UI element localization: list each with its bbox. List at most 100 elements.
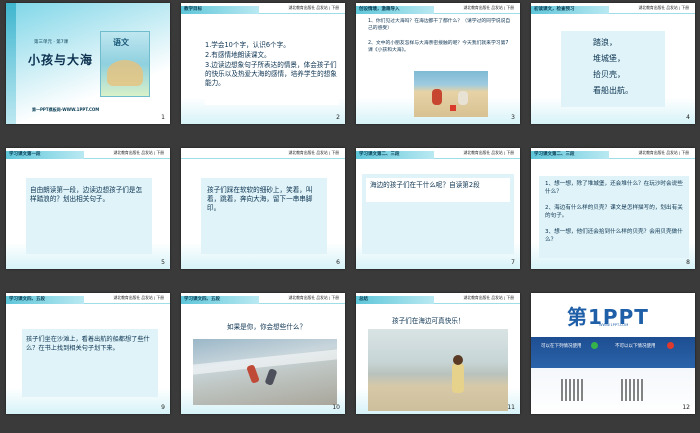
section-tab: 总结 [356, 296, 434, 304]
slide-number: 12 [682, 404, 690, 411]
publisher-label: 湖北教育出版社 品发站 | 下册 [638, 150, 689, 155]
publisher-label: 湖北教育出版社 品发站 | 下册 [113, 295, 164, 300]
slide-thumbnail-6[interactable]: 湖北教育出版社 品发站 | 下册 孩子们踩在软软的细砂上，笑着，叫着，跳着，奔向… [181, 148, 345, 269]
slide-number: 2 [336, 114, 340, 121]
unit-label: 第三单元 · 第7课 [34, 40, 69, 45]
slide-header: 教学目标 湖北教育出版社 品发站 | 下册 [181, 3, 345, 14]
slide-number: 1 [161, 114, 165, 121]
section-tab: 初读课文，检查预习 [531, 6, 609, 14]
section-tab: 学习课文四、五段 [181, 296, 259, 304]
vocab-word: 看船出航。 [593, 86, 633, 95]
passage-text: 孩子们踩在软软的细砂上，笑着，叫着，跳着，奔向大海，留下一串串脚印。 [207, 186, 313, 213]
section-title: 创设情境，激趣导入 [359, 7, 400, 12]
sand-bucket [450, 105, 456, 111]
header-divider [434, 158, 520, 159]
slide-number: 7 [511, 259, 515, 266]
wave-foam [193, 349, 337, 375]
slide-thumbnail-12[interactable]: 第1PPT WWW.1PPT.COM 可以在下列情况使用 不可以以下情况使用 1… [531, 293, 695, 414]
section-tab: 教学目标 [181, 6, 259, 14]
slide-header: 学习课文四、五段 湖北教育出版社 品发站 | 下册 [181, 293, 345, 304]
slide-thumbnail-5[interactable]: 学习课文第一段 湖北教育出版社 品发站 | 下册 自由朗读第一段，边读边想孩子们… [6, 148, 170, 269]
section-title: 学习课文第二、三段 [359, 152, 400, 157]
slide-1-footer: 第一PPT模板网-WWW.1PPT.COM [32, 107, 100, 112]
header-divider [434, 303, 520, 304]
qr-placeholder [621, 379, 643, 401]
child-head [453, 355, 463, 365]
section-tab: 学习课文四、五段 [6, 296, 84, 304]
publisher-label: 湖北教育出版社 品发站 | 下册 [463, 295, 514, 300]
allowed-title: 可以在下列情况使用 [541, 344, 582, 349]
reading-prompt: 自由朗读第一段，边读边想孩子们是怎样踏浪的？划出相关句子。 [30, 186, 143, 204]
child-figure [458, 91, 468, 105]
qr-placeholder [561, 379, 583, 401]
brand-url: WWW.1PPT.COM [599, 323, 629, 327]
slide-thumbnail-1[interactable]: 第三单元 · 第7课 小孩与大海 语文 第一PPT模板网-WWW.1PPT.CO… [6, 3, 170, 124]
objective-1: 1.学会10个字，认识6个字。 [205, 41, 290, 49]
forbidden-title: 不可以以下情况使用 [615, 344, 656, 349]
header-divider [181, 158, 345, 159]
slide-header: 创设情境，激趣导入 湖北教育出版社 品发站 | 下册 [356, 3, 520, 14]
info-band: 可以在下列情况使用 不可以以下情况使用 [531, 337, 695, 414]
beach-photo [414, 71, 488, 117]
vocab-word: 拾贝壳， [593, 70, 625, 79]
section-tab: 学习课文第二、三段 [531, 151, 609, 159]
slide-number: 11 [507, 404, 515, 411]
header-divider [434, 13, 520, 14]
header-divider [259, 13, 345, 14]
objective-2: 2.有感情地朗读课文。 [205, 51, 271, 59]
slide-header: 学习课文四、五段 湖北教育出版社 品发站 | 下册 [6, 293, 170, 304]
header-divider [84, 158, 170, 159]
publisher-label: 湖北教育出版社 品发站 | 下册 [463, 150, 514, 155]
slide-thumbnail-2[interactable]: 教学目标 湖北教育出版社 品发站 | 下册 1.学会10个字，认识6个字。 2.… [181, 3, 345, 124]
slide-thumbnail-10[interactable]: 学习课文四、五段 湖北教育出版社 品发站 | 下册 如果是你，你会想些什么？ 1… [181, 293, 345, 414]
slide-thumbnail-4[interactable]: 初读课文，检查预习 湖北教育出版社 品发站 | 下册 踏浪， 堆城堡， 拾贝壳，… [531, 3, 695, 124]
publisher-label: 湖北教育出版社 品发站 | 下册 [113, 150, 164, 155]
section-title: 学习课文第二、三段 [534, 152, 575, 157]
child-figure [432, 89, 442, 105]
check-icon [591, 342, 598, 349]
section-tab: 学习课文第一段 [6, 151, 84, 159]
textbook-cover: 语文 [100, 31, 150, 97]
slide-thumbnail-11[interactable]: 总结 湖北教育出版社 品发站 | 下册 孩子们在海边可真快乐！ 11 [356, 293, 520, 414]
cross-icon [667, 342, 674, 349]
slide-thumbnail-3[interactable]: 创设情境，激趣导入 湖北教育出版社 品发站 | 下册 1、你们见过大海吗？在海边… [356, 3, 520, 124]
slide-header: 学习课文第二、三段 湖北教育出版社 品发站 | 下册 [356, 148, 520, 159]
slide-thumbnail-8[interactable]: 学习课文第二、三段 湖北教育出版社 品发站 | 下册 1、想一想，除了堆城堡，还… [531, 148, 695, 269]
slide-thumbnail-9[interactable]: 学习课文四、五段 湖北教育出版社 品发站 | 下册 孩子们坐在沙滩上，看着出航的… [6, 293, 170, 414]
slide-thumbnail-7[interactable]: 学习课文第二、三段 湖北教育出版社 品发站 | 下册 海边的孩子们在干什么呢？自… [356, 148, 520, 269]
vocab-word: 堆城堡， [593, 54, 625, 63]
slide-number: 9 [161, 404, 165, 411]
header-divider [84, 303, 170, 304]
section-title: 初读课文，检查预习 [534, 7, 575, 12]
section-title: 学习课文四、五段 [9, 297, 45, 302]
section-title: 总结 [359, 297, 368, 302]
question-2: 2、文中的小朋友怎样与大海亲密接触的呢？今天我们就来学习第7课《小孩和大海》。 [368, 41, 509, 53]
reading-question: 海边的孩子们在干什么呢？自读第2段 [370, 181, 480, 189]
text-card: 1.学会10个字，认识6个字。 2.有感情地朗读课文。 3.边读边想象句子所表达… [205, 41, 339, 105]
section-title: 学习课文第一段 [9, 152, 41, 157]
lesson-title: 小孩与大海 [28, 53, 94, 67]
section-title: 教学目标 [184, 7, 202, 12]
publisher-label: 湖北教育出版社 品发站 | 下册 [288, 150, 339, 155]
publisher-label: 湖北教育出版社 品发站 | 下册 [463, 5, 514, 10]
header-divider [609, 158, 695, 159]
slide-header: 总结 湖北教育出版社 品发站 | 下册 [356, 293, 520, 304]
question-2: 2、海边有什么样的贝壳？课文是怎样描写的，划出有关的句子。 [545, 205, 683, 219]
reflection-question: 如果是你，你会想些什么？ [227, 323, 307, 331]
slide-number: 3 [511, 114, 515, 121]
slide-number: 6 [336, 259, 340, 266]
slide-number: 5 [161, 259, 165, 266]
logo-area: 第1PPT WWW.1PPT.COM [531, 293, 695, 337]
summary-text: 孩子们在海边可真快乐！ [392, 317, 465, 325]
slide-number: 4 [686, 114, 690, 121]
section-title: 学习课文四、五段 [184, 297, 220, 302]
slide-1-left-bar [6, 3, 16, 124]
slide-header: 学习课文第一段 湖北教育出版社 品发站 | 下册 [6, 148, 170, 159]
slide-header: 学习课文第二、三段 湖北教育出版社 品发站 | 下册 [531, 148, 695, 159]
child-figure [264, 368, 278, 386]
objective-3: 3.边读边想象句子所表达的情景，体会孩子们的快乐以及热爱大海的感情，培养学生的想… [205, 61, 337, 88]
book-title: 语文 [113, 38, 129, 47]
beach-photo [368, 329, 508, 411]
question-3: 3、想一想，他们还会拾到什么样的贝壳？会用贝壳做什么？ [545, 229, 683, 243]
publisher-label: 湖北教育出版社 品发站 | 下册 [638, 5, 689, 10]
